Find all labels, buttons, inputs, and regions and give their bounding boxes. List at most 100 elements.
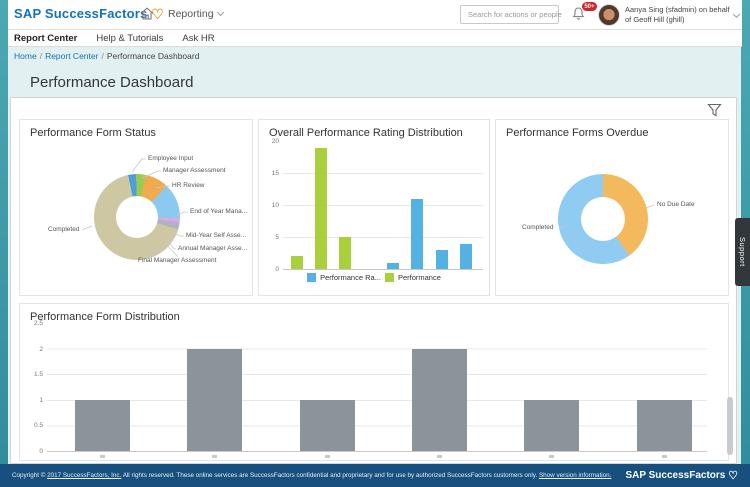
user-name: Aanya Sing (sfadmin) on behalf — [625, 5, 730, 15]
x-axis-tick — [549, 455, 554, 458]
slice-label: Annual Manager Asse... — [178, 245, 247, 252]
breadcrumb-current: Performance Dashboard — [107, 51, 200, 61]
y-axis-ticks: 20151050 — [261, 142, 279, 270]
y-axis-tick-label: 15 — [272, 170, 279, 177]
top-header: SAP SuccessFactors ♡ Reporting Search fo… — [8, 0, 742, 30]
legend-label: Performance — [398, 273, 441, 282]
card-performance-form-status: Performance Form Status Employee Input M… — [19, 119, 253, 296]
bar[interactable] — [524, 400, 579, 451]
bar[interactable] — [460, 244, 472, 269]
legend-label: Performance Ra... — [320, 273, 381, 282]
chevron-down-icon — [216, 9, 223, 16]
breadcrumb: Home / Report Center / Performance Dashb… — [8, 47, 742, 64]
forms-overdue-donut-chart[interactable] — [558, 174, 648, 264]
slice-label: Manager Assessment — [163, 167, 226, 174]
legend-swatch-blue — [307, 273, 316, 282]
bar[interactable] — [315, 148, 327, 269]
footer-brand-text: SAP SuccessFactors — [625, 470, 725, 481]
x-axis-tick — [325, 455, 330, 458]
avatar[interactable] — [598, 4, 620, 26]
y-axis-tick-label: 0.5 — [34, 422, 43, 429]
form-distribution-bar-chart[interactable] — [47, 324, 707, 452]
legal-body: All rights reserved. These online servic… — [121, 472, 539, 479]
bar[interactable] — [412, 349, 467, 451]
tab-ask-hr[interactable]: Ask HR — [182, 33, 214, 44]
card-title: Performance Form Distribution — [30, 311, 728, 323]
footer-brand: SAP SuccessFactors ♡ — [625, 469, 738, 482]
y-axis-tick-label: 10 — [272, 202, 279, 209]
slice-label: Mid-Year Self Asse... — [186, 232, 246, 239]
home-button[interactable] — [140, 7, 154, 20]
bar[interactable] — [339, 237, 351, 269]
bar[interactable] — [75, 400, 130, 451]
left-frame — [0, 0, 8, 487]
bar[interactable] — [436, 250, 448, 269]
breadcrumb-home-link[interactable]: Home — [14, 51, 37, 61]
scrollbar-thumb[interactable] — [727, 397, 733, 455]
user-proxy: of Geoff Hill (ghill) — [625, 15, 730, 25]
x-axis-tick — [100, 455, 105, 458]
rating-distribution-bar-chart[interactable] — [283, 142, 483, 270]
y-axis-tick-label: 1 — [39, 397, 43, 404]
bar[interactable] — [637, 400, 692, 451]
module-picker-label: Reporting — [168, 8, 214, 20]
notification-badge: 50+ — [582, 2, 597, 11]
copyright-prefix: Copyright © — [12, 472, 47, 479]
card-performance-form-distribution: Performance Form Distribution 2.5 2 1.5 1 0.… — [19, 303, 729, 461]
slice-label: HR Review — [172, 182, 205, 189]
y-axis-tick-label: 20 — [272, 138, 279, 145]
slice-label: Completed — [48, 226, 79, 233]
slice-label: Employee Input — [148, 155, 193, 162]
home-icon — [140, 7, 154, 20]
module-picker[interactable]: Reporting — [168, 8, 223, 20]
bar[interactable] — [411, 199, 423, 269]
tab-help-tutorials[interactable]: Help & Tutorials — [96, 33, 163, 44]
y-axis-ticks: 2.521.510.50 — [24, 324, 43, 452]
bar[interactable] — [300, 400, 355, 451]
slice-label: No Due Date — [657, 201, 695, 208]
page-title: Performance Dashboard — [30, 74, 742, 91]
footer: Copyright © 2017 SuccessFactors, Inc. Al… — [0, 464, 750, 487]
y-axis-tick-label: 2 — [39, 346, 43, 353]
breadcrumb-separator: / — [101, 51, 103, 61]
form-status-donut-chart[interactable] — [94, 174, 180, 260]
x-axis-tick — [212, 455, 217, 458]
brand-text: SAP SuccessFactors — [14, 6, 147, 21]
secondary-nav: Report Center Help & Tutorials Ask HR — [8, 30, 742, 47]
legend-swatch-green — [385, 273, 394, 282]
dashboard-panel: Performance Form Status Employee Input M… — [10, 97, 737, 464]
footer-legal-text: Copyright © 2017 SuccessFactors, Inc. Al… — [12, 472, 611, 479]
filter-button[interactable] — [707, 103, 722, 117]
y-axis-tick-label: 0 — [275, 266, 279, 273]
card-title: Performance Forms Overdue — [506, 127, 728, 139]
show-version-link[interactable]: Show version information. — [539, 472, 611, 479]
x-axis-tick — [662, 455, 667, 458]
card-title: Performance Form Status — [30, 127, 252, 139]
card-performance-forms-overdue: Performance Forms Overdue No Due Date Co… — [495, 119, 729, 296]
user-menu[interactable]: Aanya Sing (sfadmin) on behalf of Geoff … — [625, 5, 730, 25]
copyright-link[interactable]: 2017 SuccessFactors, Inc. — [47, 472, 121, 479]
card-title: Overall Performance Rating Distribution — [269, 127, 489, 139]
search-input[interactable]: Search for actions or people — [460, 5, 559, 24]
y-axis-tick-label: 5 — [275, 234, 279, 241]
bar[interactable] — [291, 256, 303, 269]
slice-label: Final Manager Assessment — [138, 257, 216, 264]
breadcrumb-report-center-link[interactable]: Report Center — [45, 51, 98, 61]
app-window: SAP SuccessFactors ♡ Reporting Search fo… — [0, 0, 750, 487]
y-axis-tick-label: 0 — [39, 448, 43, 455]
y-axis-tick-label: 1.5 — [34, 371, 43, 378]
search-placeholder: Search for actions or people — [468, 10, 562, 19]
card-overall-performance-rating: Overall Performance Rating Distribution … — [258, 119, 490, 296]
filter-funnel-icon — [707, 103, 722, 117]
tab-report-center[interactable]: Report Center — [14, 33, 77, 44]
y-axis-tick-label: 2.5 — [34, 320, 43, 327]
notifications-button[interactable]: 50+ — [571, 6, 593, 26]
bar[interactable] — [187, 349, 242, 451]
user-menu-chevron-icon[interactable] — [733, 11, 740, 18]
heart-logo-icon: ♡ — [728, 470, 738, 482]
chart-legend: Performance Ra... Performance — [259, 273, 489, 282]
breadcrumb-separator: / — [40, 51, 42, 61]
support-tab[interactable]: Support — [735, 218, 750, 286]
slice-label: Completed — [522, 224, 553, 231]
bar[interactable] — [387, 263, 399, 269]
